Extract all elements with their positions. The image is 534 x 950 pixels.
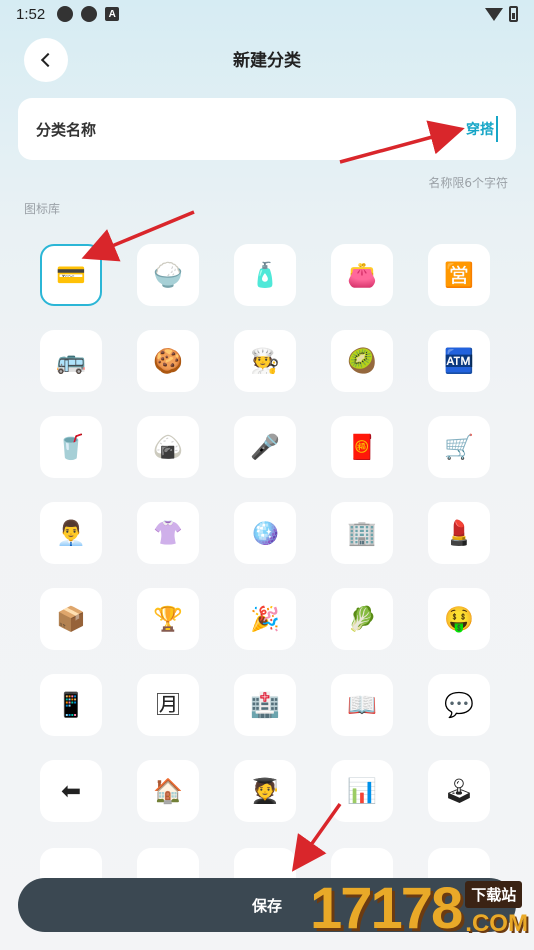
icon-tile-cookie[interactable]: 🍪 xyxy=(137,330,199,392)
icon-tile-trophy[interactable]: 🏆 xyxy=(137,588,199,650)
wifi-icon xyxy=(485,7,503,21)
watermark-digits: 17178 xyxy=(310,876,463,941)
icon-tile-lotion-bottle[interactable]: 🧴 xyxy=(234,244,296,306)
house-icon: 🏠 xyxy=(153,777,183,805)
kiwi-icon: 🥝 xyxy=(347,347,377,375)
watermark-com: .COM xyxy=(465,910,528,937)
name-limit-hint: 名称限6个字符 xyxy=(428,176,508,190)
icon-tile-back-arrow[interactable]: ⬅ xyxy=(40,760,102,822)
drink-cup-icon: 🥤 xyxy=(56,433,86,461)
office-building-icon: 🏢 xyxy=(347,519,377,547)
disco-ball-icon: 🪩 xyxy=(250,519,280,547)
icon-tile-house[interactable]: 🏠 xyxy=(137,760,199,822)
icon-tile-kiwi[interactable]: 🥝 xyxy=(331,330,393,392)
icon-tile-open-book[interactable]: 📖 xyxy=(331,674,393,736)
category-name-label: 分类名称 xyxy=(36,120,97,139)
a-notification-icon: A xyxy=(105,7,120,21)
graduate-icon: 🧑‍🎓 xyxy=(250,777,280,805)
icon-tile-drink-cup[interactable]: 🥤 xyxy=(40,416,102,478)
party-popper-icon: 🎉 xyxy=(250,605,280,633)
app-notification-icon xyxy=(57,6,74,22)
header: 新建分类 xyxy=(0,36,534,82)
lotion-bottle-icon: 🧴 xyxy=(250,261,280,289)
cook-icon: 🧑‍🍳 xyxy=(250,347,280,375)
icon-tile-graduate[interactable]: 🧑‍🎓 xyxy=(234,760,296,822)
purse-icon: 👛 xyxy=(347,261,377,289)
money-mouth-face-icon: 🤑 xyxy=(444,605,474,633)
rice-ball-icon: 🍙 xyxy=(153,433,183,461)
hospital-icon: 🏥 xyxy=(250,691,280,719)
icon-tile-bus[interactable]: 🚌 xyxy=(40,330,102,392)
icon-tile-mobile-phone[interactable]: 📱 xyxy=(40,674,102,736)
icon-tile-monthly-badge[interactable]: 🈷 xyxy=(137,674,199,736)
icon-tile-package[interactable]: 📦 xyxy=(40,588,102,650)
cookie-icon: 🍪 xyxy=(153,347,183,375)
leafy-green-icon: 🥬 xyxy=(347,605,377,633)
speech-bubble-icon: 💬 xyxy=(444,691,474,719)
icon-tile-leafy-green[interactable]: 🥬 xyxy=(331,588,393,650)
status-time: 1:52 xyxy=(16,5,46,23)
business-badge-icon: 🈺 xyxy=(444,261,474,289)
icon-tile-rice-bowl[interactable]: 🍚 xyxy=(137,244,199,306)
icon-tile-money-mouth-face[interactable]: 🤑 xyxy=(428,588,490,650)
mobile-phone-icon: 📱 xyxy=(56,691,86,719)
category-name-card: 分类名称 xyxy=(18,98,516,160)
battery-icon xyxy=(509,6,518,22)
status-bar: 1:52 A xyxy=(0,0,534,28)
shopping-cart-icon: 🛒 xyxy=(444,433,474,461)
icon-grid: 💳 🍚 🧴 👛 🈺 🚌 🍪 🧑‍🍳 🥝 🏧 🥤 🍙 🎤 🧧 🛒 👨‍💼 👚 🪩 🏢 💄 📦 🏆 🎉 🥬 🤑 📱 🈷 🏥 📖 💬 ⬅ 🏠 🧑‍🎓 📊… xyxy=(40,244,494,822)
atm-icon: 🏧 xyxy=(444,347,474,375)
icon-tile-business-badge[interactable]: 🈺 xyxy=(428,244,490,306)
icon-tile-office-worker[interactable]: 👨‍💼 xyxy=(40,502,102,564)
open-book-icon: 📖 xyxy=(347,691,377,719)
icon-tile-atm[interactable]: 🏧 xyxy=(428,330,490,392)
credit-card-icon: 💳 xyxy=(56,261,86,289)
watermark-logo: 17178 下载站 .COM xyxy=(310,880,528,938)
icon-tile-cook[interactable]: 🧑‍🍳 xyxy=(234,330,296,392)
back-arrow-icon: ⬅ xyxy=(60,777,82,805)
blouse-icon: 👚 xyxy=(153,519,183,547)
red-envelope-icon: 🧧 xyxy=(347,433,377,461)
icon-library-title: 图标库 xyxy=(24,202,61,216)
lipstick-icon: 💄 xyxy=(444,519,474,547)
text-caret xyxy=(496,116,498,142)
icon-tile-shopping-cart[interactable]: 🛒 xyxy=(428,416,490,478)
icon-tile-rice-ball[interactable]: 🍙 xyxy=(137,416,199,478)
watermark-site: 下载站 xyxy=(465,881,523,908)
bus-icon: 🚌 xyxy=(56,347,86,375)
monthly-badge-icon: 🈷 xyxy=(156,691,180,719)
icon-tile-purse[interactable]: 👛 xyxy=(331,244,393,306)
icon-tile-party-popper[interactable]: 🎉 xyxy=(234,588,296,650)
rice-bowl-icon: 🍚 xyxy=(153,261,183,289)
page-title: 新建分类 xyxy=(233,51,301,71)
joystick-icon: 🕹 xyxy=(443,777,475,805)
package-icon: 📦 xyxy=(56,605,86,633)
icon-tile-microphone[interactable]: 🎤 xyxy=(234,416,296,478)
category-name-input[interactable] xyxy=(294,121,494,137)
icon-tile-joystick[interactable]: 🕹 xyxy=(428,760,490,822)
icon-tile-bar-chart[interactable]: 📊 xyxy=(331,760,393,822)
icon-tile-credit-card[interactable]: 💳 xyxy=(40,244,102,306)
trophy-icon: 🏆 xyxy=(153,605,183,633)
microphone-icon: 🎤 xyxy=(250,433,280,461)
icon-tile-office-building[interactable]: 🏢 xyxy=(331,502,393,564)
icon-tile-speech-bubble[interactable]: 💬 xyxy=(428,674,490,736)
bar-chart-icon: 📊 xyxy=(347,777,377,805)
office-worker-icon: 👨‍💼 xyxy=(56,519,86,547)
icon-tile-blouse[interactable]: 👚 xyxy=(137,502,199,564)
icon-tile-lipstick[interactable]: 💄 xyxy=(428,502,490,564)
icon-tile-hospital[interactable]: 🏥 xyxy=(234,674,296,736)
icon-tile-disco-ball[interactable]: 🪩 xyxy=(234,502,296,564)
icon-tile-red-envelope[interactable]: 🧧 xyxy=(331,416,393,478)
app-notification-icon xyxy=(81,6,98,22)
